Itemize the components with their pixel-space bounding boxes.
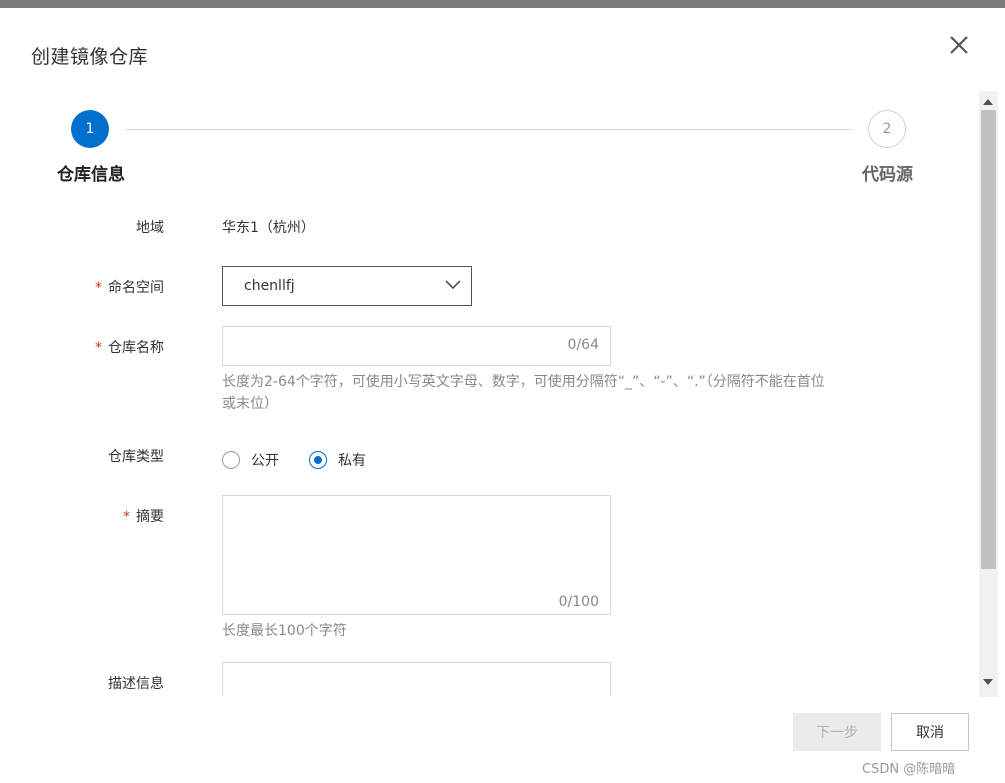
- repo-name-hint-line2: 或末位）: [222, 396, 278, 412]
- radio-label-private: 私有: [338, 453, 366, 469]
- description-label: 描述信息: [108, 676, 164, 692]
- summary-hint: 长度最长100个字符: [222, 623, 347, 639]
- namespace-label: * 命名空间: [95, 280, 164, 296]
- scrollbar-thumb[interactable]: [981, 110, 996, 569]
- repo-type-public-radio[interactable]: 公开: [222, 450, 279, 470]
- radio-checked-icon: [309, 451, 327, 469]
- chevron-down-icon: [445, 279, 461, 295]
- radio-unchecked-icon: [222, 451, 240, 469]
- region-label: 地域: [136, 220, 164, 236]
- repo-name-hint: 长度为2-64个字符，可使用小写英文字母、数字，可使用分隔符“_”、“-”、“.…: [222, 371, 825, 415]
- step-2-indicator: 2: [868, 110, 906, 148]
- repo-name-input[interactable]: 0/64: [222, 326, 611, 366]
- step-2-label: 代码源: [862, 165, 913, 185]
- summary-counter: 0/100: [558, 594, 599, 610]
- create-repo-dialog: 创建镜像仓库 1 2 仓库信息 代码源 地域 华东1（杭州） * 命名空间 che…: [0, 8, 1005, 783]
- repo-name-label: * 仓库名称: [95, 340, 164, 356]
- cancel-button[interactable]: 取消: [891, 713, 969, 751]
- namespace-select[interactable]: chenllfj: [222, 266, 472, 306]
- summary-textarea[interactable]: 0/100: [222, 495, 611, 615]
- step-1-indicator: 1: [71, 110, 109, 148]
- background-overlay: [0, 0, 1005, 8]
- repo-type-label: 仓库类型: [108, 449, 164, 465]
- summary-label: * 摘要: [123, 509, 164, 525]
- scroll-down-arrow-icon[interactable]: [983, 679, 993, 685]
- repo-name-hint-line1: 长度为2-64个字符，可使用小写英文字母、数字，可使用分隔符“_”、“-”、“.…: [222, 374, 825, 390]
- dialog-title: 创建镜像仓库: [31, 46, 149, 68]
- radio-label-public: 公开: [251, 453, 279, 469]
- repo-type-private-radio[interactable]: 私有: [309, 450, 366, 470]
- region-value: 华东1（杭州）: [222, 220, 315, 236]
- next-step-button[interactable]: 下一步: [793, 713, 881, 751]
- step-connector: [125, 129, 853, 130]
- description-textarea[interactable]: [222, 662, 611, 696]
- scroll-up-arrow-icon[interactable]: [983, 99, 993, 105]
- step-1-label: 仓库信息: [57, 165, 125, 185]
- namespace-selected-value: chenllfj: [244, 278, 295, 294]
- watermark: CSDN @陈暗暗: [862, 762, 956, 777]
- repo-name-counter: 0/64: [567, 337, 599, 353]
- close-icon[interactable]: [946, 32, 972, 58]
